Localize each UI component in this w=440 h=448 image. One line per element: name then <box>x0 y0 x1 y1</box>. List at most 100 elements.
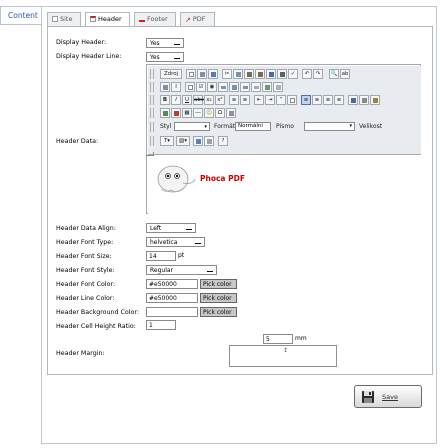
align-justify-icon[interactable]: ≡ <box>334 95 344 105</box>
preview-icon[interactable] <box>208 69 218 79</box>
header-background-color-pick-button[interactable]: Pick color <box>200 307 237 317</box>
paste-icon[interactable] <box>244 69 254 79</box>
header-background-color-input[interactable] <box>146 307 198 317</box>
bold-icon[interactable]: B <box>160 95 170 105</box>
remove-format-icon[interactable]: I <box>171 82 181 92</box>
toolbar-row-5: Styl ▾ Formát Normální Písmo ▾ Velikost <box>150 122 420 132</box>
header-icon <box>90 16 96 22</box>
undo-icon[interactable]: ↶ <box>302 69 312 79</box>
new-page-icon[interactable] <box>186 69 196 79</box>
header-cell-height-ratio-input[interactable]: 1 <box>146 320 176 330</box>
header-font-size-input[interactable]: 14 <box>146 251 176 261</box>
checkbox-icon[interactable]: ☑ <box>196 82 206 92</box>
image-icon[interactable] <box>160 108 170 118</box>
header-font-color-input[interactable]: #e50000 <box>146 279 198 289</box>
style-select[interactable]: ▾ <box>174 122 210 131</box>
tab-footer-label: Footer <box>147 15 168 23</box>
header-line-color-label: Header Line Color: <box>56 295 115 302</box>
button-field-icon[interactable] <box>251 82 261 92</box>
div-container-icon[interactable] <box>287 95 297 105</box>
header-data-align-label: Header Data Align: <box>56 225 116 232</box>
image-button-icon[interactable] <box>262 82 272 92</box>
editor-content-area[interactable]: Phoca PDF <box>148 154 421 214</box>
table-icon[interactable]: ▦ <box>182 108 192 118</box>
textarea-icon[interactable] <box>229 82 239 92</box>
about-icon[interactable]: ? <box>218 136 228 146</box>
rich-text-editor[interactable]: Zdroj ✂ ✓ ↶ ↷ 🔍 ab I ☑ ◉ B I U abc x₂ x²… <box>146 64 421 214</box>
blockquote-icon[interactable]: “ <box>276 95 286 105</box>
tab-site[interactable]: Site <box>47 12 81 26</box>
chevron-down-icon: ▾ <box>204 124 207 130</box>
toolbar-separator <box>150 95 154 105</box>
paste-text-icon[interactable] <box>255 69 265 79</box>
tab-header[interactable]: Header <box>85 12 130 27</box>
header-font-style-select[interactable]: Regular <box>146 265 217 275</box>
hidden-field-icon[interactable] <box>273 82 283 92</box>
display-header-value: Yes <box>150 40 160 47</box>
source-button-label: Zdroj <box>163 71 179 77</box>
bulleted-list-icon[interactable]: ≡ <box>240 95 250 105</box>
link-icon[interactable] <box>348 95 358 105</box>
redo-icon[interactable]: ↷ <box>313 69 323 79</box>
superscript-icon[interactable]: x² <box>215 95 225 105</box>
italic-icon[interactable]: I <box>171 95 181 105</box>
display-header-line-select[interactable]: Yes <box>146 52 184 62</box>
save-doc-icon[interactable] <box>197 69 207 79</box>
align-center-icon[interactable]: ≡ <box>312 95 322 105</box>
maximize-icon[interactable] <box>193 136 203 146</box>
smiley-icon[interactable]: ☺ <box>204 108 214 118</box>
underline-icon[interactable]: U <box>182 95 192 105</box>
text-color-icon[interactable]: T▾ <box>160 136 174 146</box>
horizontal-rule-icon[interactable]: ― <box>193 108 203 118</box>
header-font-color-pick-button[interactable]: Pick color <box>200 279 237 289</box>
copy-icon[interactable] <box>233 69 243 79</box>
numbered-list-icon[interactable]: ≡ <box>229 95 239 105</box>
header-line-color-pick-button[interactable]: Pick color <box>200 293 237 303</box>
header-line-color-input[interactable]: #e50000 <box>146 293 198 303</box>
format-select[interactable]: Normální <box>235 122 271 131</box>
font-select[interactable]: ▾ <box>304 122 355 131</box>
show-blocks-icon[interactable] <box>204 136 214 146</box>
special-char-icon[interactable]: Ω <box>215 108 225 118</box>
header-data-align-select[interactable]: Left <box>146 223 196 233</box>
display-header-select[interactable]: Yes <box>146 38 184 48</box>
align-left-icon[interactable]: ≡ <box>301 95 311 105</box>
align-right-icon[interactable]: ≡ <box>323 95 333 105</box>
cut-icon[interactable]: ✂ <box>222 69 232 79</box>
print-icon[interactable] <box>277 69 287 79</box>
header-margin-label: Header Margin: <box>56 350 105 357</box>
subscript-icon[interactable]: x₂ <box>204 95 214 105</box>
chevron-down-icon <box>207 270 213 272</box>
header-font-type-select[interactable]: helvetica <box>146 237 205 247</box>
radio-icon[interactable]: ◉ <box>207 82 217 92</box>
paste-word-icon[interactable] <box>266 69 276 79</box>
anchor-icon[interactable] <box>370 95 380 105</box>
header-font-style-label: Header Font Style: <box>56 267 115 274</box>
header-margin-input[interactable]: 5 <box>263 334 293 344</box>
save-button[interactable]: Save <box>354 385 422 408</box>
find-icon[interactable]: 🔍 <box>329 69 339 79</box>
tab-pdf[interactable]: ↗ PDF <box>180 12 215 26</box>
select-all-icon[interactable] <box>160 82 170 92</box>
form-icon[interactable] <box>185 82 195 92</box>
margin-preview: ↕ <box>229 345 337 367</box>
outdent-icon[interactable]: ⇤ <box>254 95 264 105</box>
unlink-icon[interactable] <box>359 95 369 105</box>
chevron-down-icon <box>174 57 180 59</box>
replace-icon[interactable]: ab <box>340 69 350 79</box>
indent-icon[interactable]: ⇥ <box>265 95 275 105</box>
resize-grip-icon[interactable] <box>146 152 154 156</box>
tab-footer[interactable]: Footer <box>134 12 176 26</box>
page-break-icon[interactable] <box>226 108 236 118</box>
spellcheck-icon[interactable]: ✓ <box>288 69 298 79</box>
style-label: Styl <box>160 123 172 130</box>
editor-content-text: Phoca PDF <box>200 174 245 183</box>
textfield-icon[interactable] <box>218 82 228 92</box>
source-button[interactable]: Zdroj <box>160 69 182 79</box>
tab-content[interactable]: Content <box>0 6 42 25</box>
flash-icon[interactable] <box>171 108 181 118</box>
select-field-icon[interactable] <box>240 82 250 92</box>
bg-color-icon[interactable]: ▧▾ <box>176 136 190 146</box>
strike-icon[interactable]: abc <box>193 95 204 105</box>
font-size-unit: pt <box>178 252 185 259</box>
